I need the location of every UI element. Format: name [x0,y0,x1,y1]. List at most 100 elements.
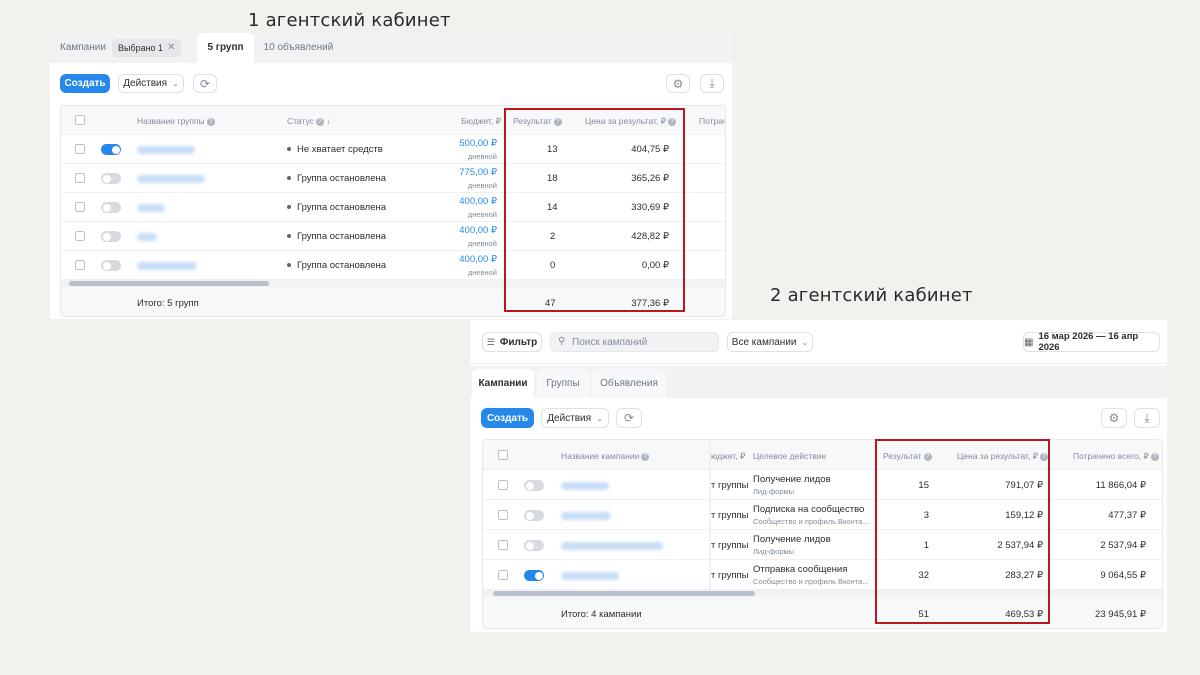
search-icon: ⚲ [558,336,566,347]
sliders-icon: ☰ [486,336,495,347]
tab-ads[interactable]: 10 объявлений [254,33,344,63]
table-row[interactable]: т группы Получение лидов Лид-формы 1 2 5… [483,530,1162,560]
row-checkbox[interactable] [75,144,85,154]
group-toggle[interactable] [101,144,121,155]
budget-value: т группы [711,570,749,581]
table-row[interactable]: т группы Подписка на сообщество Сообщест… [483,500,1162,530]
row-checkbox[interactable] [75,260,85,270]
status-dot [287,176,291,181]
campaign-name-link[interactable] [561,572,619,580]
group-toggle[interactable] [101,231,121,242]
group-name-link[interactable] [137,233,157,241]
tab-ads[interactable]: Объявления [592,369,666,398]
tab-groups[interactable]: 5 групп [197,33,254,63]
row-checkbox[interactable] [498,510,508,520]
header-name-label: Название кампании [561,451,640,461]
select-all-checkbox[interactable] [498,450,508,460]
header-status-label: Статус [287,116,314,126]
caption-cabinet-2: 2 агентский кабинет [770,285,973,306]
highlight-box [504,108,685,312]
tab-campaigns-label: Кампании [60,42,106,53]
all-campaigns-dropdown[interactable]: Все кампании ⌄ [727,332,813,352]
campaign-toggle[interactable] [524,540,544,551]
date-range-picker[interactable]: ▦ 16 мар 2026 — 16 апр 2026 [1023,331,1160,353]
group-toggle[interactable] [101,173,121,184]
entity-tabs: Кампании Выбрано 1 ✕ 5 групп 10 объявлен… [50,33,732,63]
target-action: Получение лидов [753,534,831,545]
header-name[interactable]: Название группы? [137,116,215,126]
header-status[interactable]: Статус? ↓ [287,116,331,126]
filter-button[interactable]: ☰ Фильтр [482,332,542,352]
total-label: Итого: 5 групп [137,298,199,309]
select-all-checkbox[interactable] [75,115,85,125]
budget-value[interactable]: 500,00 ₽ [441,138,497,149]
spent-value: 2 537,94 ₽ [1100,540,1146,551]
table-row[interactable]: т группы Отправка сообщения Сообщество и… [483,560,1162,590]
tab-campaigns[interactable]: Кампании Выбрано 1 ✕ [50,33,197,63]
selected-chip[interactable]: Выбрано 1 ✕ [111,39,182,57]
row-checkbox[interactable] [75,202,85,212]
group-name-link[interactable] [137,204,165,212]
budget-value[interactable]: 775,00 ₽ [441,167,497,178]
selected-chip-label: Выбрано 1 [117,43,164,53]
actions-dropdown[interactable]: Действия ⌄ [541,408,609,428]
status-cell: Группа остановлена [287,231,386,242]
group-name-link[interactable] [137,262,197,270]
group-name-link[interactable] [137,146,195,154]
gear-icon[interactable]: ⚙ [1101,408,1127,428]
campaign-name-link[interactable] [561,482,609,490]
search-input[interactable]: ⚲ Поиск кампаний [550,332,719,352]
header-target[interactable]: Целевое действие [753,451,826,461]
header-budget[interactable]: юджет, ₽ [711,451,745,462]
group-toggle[interactable] [101,260,121,271]
campaign-name-link[interactable] [561,542,663,550]
header-name[interactable]: Название кампании? [561,451,650,461]
budget-value[interactable]: 400,00 ₽ [441,254,497,265]
campaign-toggle[interactable] [524,510,544,521]
row-checkbox[interactable] [498,480,508,490]
group-toggle[interactable] [101,202,121,213]
all-campaigns-label: Все кампании [731,336,797,348]
target-action-sub: Лид-формы [753,547,795,556]
budget-value[interactable]: 400,00 ₽ [441,196,497,207]
status-dot [287,234,291,239]
budget-value[interactable]: 400,00 ₽ [441,225,497,236]
caption-cabinet-1: 1 агентский кабинет [248,10,451,31]
create-button[interactable]: Создать [60,74,110,93]
tab-campaigns[interactable]: Кампании [472,369,534,398]
header-budget[interactable]: Бюджет, ₽ [441,116,501,127]
highlight-box [875,439,1050,624]
horizontal-scrollbar[interactable] [483,590,1162,597]
help-icon: ? [206,117,215,126]
tab-groups[interactable]: Группы [537,369,589,398]
gear-icon[interactable]: ⚙ [666,74,690,93]
group-name-link[interactable] [137,175,205,183]
budget-value: т группы [711,480,749,491]
cabinet-2-panel: ☰ Фильтр ⚲ Поиск кампаний Все кампании ⌄… [470,320,1167,632]
status-dot [287,263,291,268]
campaign-toggle[interactable] [524,480,544,491]
help-icon: ? [1150,452,1159,461]
header-spent[interactable]: Потраче [699,116,725,126]
row-checkbox[interactable] [498,570,508,580]
create-button[interactable]: Создать [481,408,534,428]
row-checkbox[interactable] [75,173,85,183]
refresh-icon[interactable]: ⟳ [193,74,217,93]
download-icon[interactable]: ⤓ [1134,408,1160,428]
header-name-label: Название группы [137,116,205,126]
row-checkbox[interactable] [75,231,85,241]
status-cell: Группа остановлена [287,260,386,271]
help-icon: ? [641,452,650,461]
row-checkbox[interactable] [498,540,508,550]
close-icon[interactable]: ✕ [167,33,175,63]
target-action-sub: Лид-формы [753,487,795,496]
header-spent[interactable]: Потрачено всего, ₽? [1073,451,1159,462]
campaign-name-link[interactable] [561,512,611,520]
actions-dropdown[interactable]: Действия ⌄ [118,74,184,93]
campaign-toggle[interactable] [524,570,544,581]
scrollbar-thumb[interactable] [493,591,755,596]
table-row[interactable]: т группы Получение лидов Лид-формы 15 79… [483,470,1162,500]
download-icon[interactable]: ⤓ [700,74,724,93]
scrollbar-thumb[interactable] [69,281,269,286]
refresh-icon[interactable]: ⟳ [616,408,642,428]
